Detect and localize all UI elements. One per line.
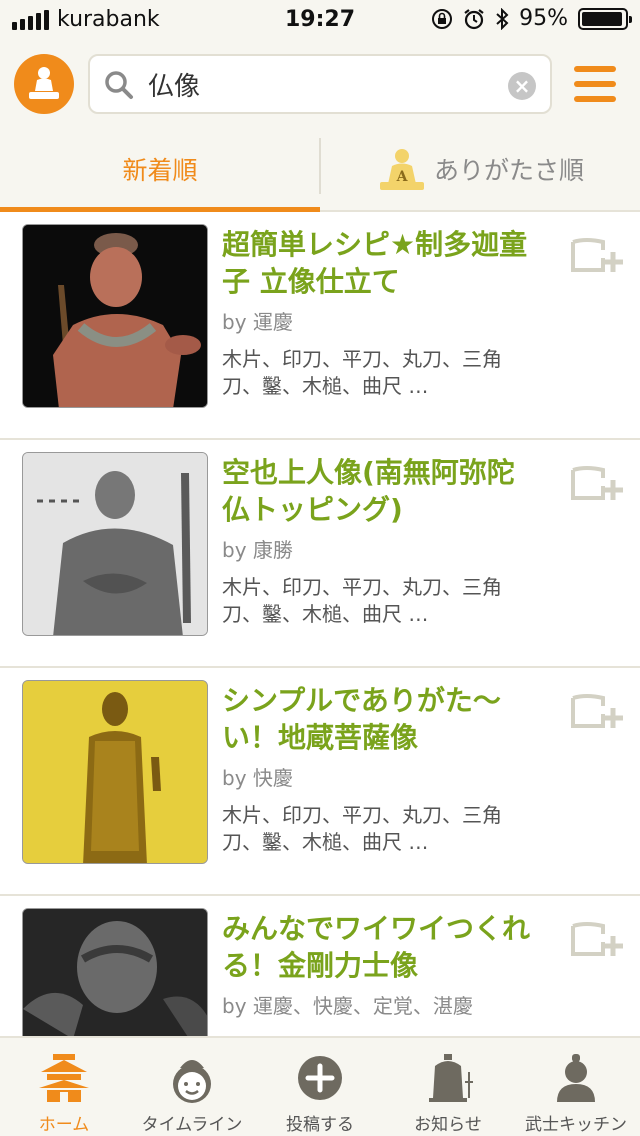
nav-home-label: ホーム — [38, 1115, 90, 1135]
buddha-rank-icon: A — [379, 149, 424, 190]
home-temple-icon — [39, 1054, 89, 1102]
bluetooth-icon — [496, 7, 509, 30]
add-bookmark-icon[interactable] — [570, 920, 626, 960]
tab-gratitude[interactable]: A ありがたさ順 — [320, 128, 640, 210]
battery-fill — [582, 11, 622, 26]
list-item[interactable]: みんなでワイワイつくれる！金剛力士像 by 運慶、快慶、定覚、湛慶 — [0, 896, 640, 1036]
nav-home[interactable]: ホーム — [0, 1038, 128, 1136]
list-item[interactable]: シンプルでありがた〜い！地蔵菩薩像 by 快慶 木片、印刀、平刀、丸刀、三角刀、… — [0, 668, 640, 896]
sort-tabs: 新着順 A ありがたさ順 — [0, 128, 640, 212]
recipe-thumbnail[interactable] — [22, 452, 208, 636]
recipe-author[interactable]: by 康勝 — [222, 534, 562, 563]
recipe-title[interactable]: 超簡単レシピ★制多迦童子 立像仕立て — [222, 226, 542, 300]
recipe-thumbnail[interactable] — [22, 224, 208, 408]
nav-samurai-kitchen[interactable]: 武士キッチン — [512, 1038, 640, 1136]
recipe-author[interactable]: by 運慶、快慶、定覚、湛慶 — [222, 990, 562, 1019]
alarm-icon — [464, 8, 484, 29]
recipe-tools: 木片、印刀、平刀、丸刀、三角刀、鑿、木槌、曲尺 … — [222, 347, 502, 398]
recipe-tools: 木片、印刀、平刀、丸刀、三角刀、鑿、木槌、曲尺 … — [222, 803, 502, 854]
nav-post-label: 投稿する — [286, 1115, 354, 1135]
recipe-author[interactable]: by 運慶 — [222, 306, 562, 335]
battery-percent: 95% — [519, 6, 568, 31]
nav-notifications-label: お知らせ — [414, 1115, 482, 1135]
recipe-thumbnail[interactable] — [22, 680, 208, 864]
tab-newest-label: 新着順 — [122, 156, 198, 185]
nav-timeline[interactable]: タイムライン — [128, 1038, 256, 1136]
add-bookmark-icon[interactable] — [570, 464, 626, 504]
add-bookmark-icon[interactable] — [570, 236, 626, 276]
list-item[interactable]: 超簡単レシピ★制多迦童子 立像仕立て by 運慶 木片、印刀、平刀、丸刀、三角刀… — [0, 212, 640, 440]
search-input[interactable] — [148, 64, 498, 104]
recipe-tools: 木片、印刀、平刀、丸刀、三角刀、鑿、木槌、曲尺 … — [222, 575, 502, 626]
recipe-title[interactable]: 空也上人像(南無阿弥陀仏トッピング) — [222, 454, 542, 528]
plus-circle-icon — [298, 1056, 342, 1100]
battery-icon — [578, 7, 632, 30]
samurai-person-icon — [557, 1054, 595, 1102]
tab-gratitude-label: ありがたさ順 — [433, 156, 584, 185]
list-item[interactable]: 空也上人像(南無阿弥陀仏トッピング) by 康勝 木片、印刀、平刀、丸刀、三角刀… — [0, 440, 640, 668]
nav-post[interactable]: 投稿する — [256, 1038, 384, 1136]
recipe-title[interactable]: みんなでワイワイつくれる！金剛力士像 — [222, 910, 542, 984]
hamburger-menu-icon[interactable] — [574, 66, 616, 102]
recipe-thumbnail[interactable] — [22, 908, 208, 1036]
clear-search-icon[interactable]: × — [508, 72, 536, 100]
rotation-lock-icon — [432, 8, 453, 29]
buddha-logo-icon — [29, 67, 59, 99]
search-box[interactable]: × — [88, 54, 552, 114]
rank-badge-letter: A — [396, 169, 409, 185]
recipe-title[interactable]: シンプルでありがた〜い！地蔵菩薩像 — [222, 682, 542, 756]
nav-notifications[interactable]: お知らせ — [384, 1038, 512, 1136]
search-icon — [105, 71, 133, 99]
statue-image — [23, 225, 207, 407]
app-header: × — [0, 40, 640, 128]
tab-newest[interactable]: 新着順 — [0, 128, 320, 212]
nav-samurai-kitchen-label: 武士キッチン — [525, 1115, 627, 1135]
nav-timeline-label: タイムライン — [141, 1115, 243, 1135]
temple-bell-icon — [429, 1054, 473, 1102]
status-right: 95% — [431, 6, 632, 31]
monk-face-icon — [173, 1060, 211, 1103]
statue-image — [23, 681, 207, 863]
app-logo[interactable] — [14, 54, 74, 114]
statue-image — [23, 453, 207, 635]
status-bar: kurabank 19:27 95% — [0, 0, 640, 40]
statue-image — [23, 909, 207, 1036]
bottom-nav: ホーム タイムライン 投稿する お知らせ 武士キッチン — [0, 1036, 640, 1136]
recipe-author[interactable]: by 快慶 — [222, 762, 562, 791]
recipe-list: 超簡単レシピ★制多迦童子 立像仕立て by 運慶 木片、印刀、平刀、丸刀、三角刀… — [0, 212, 640, 1036]
add-bookmark-icon[interactable] — [570, 692, 626, 732]
